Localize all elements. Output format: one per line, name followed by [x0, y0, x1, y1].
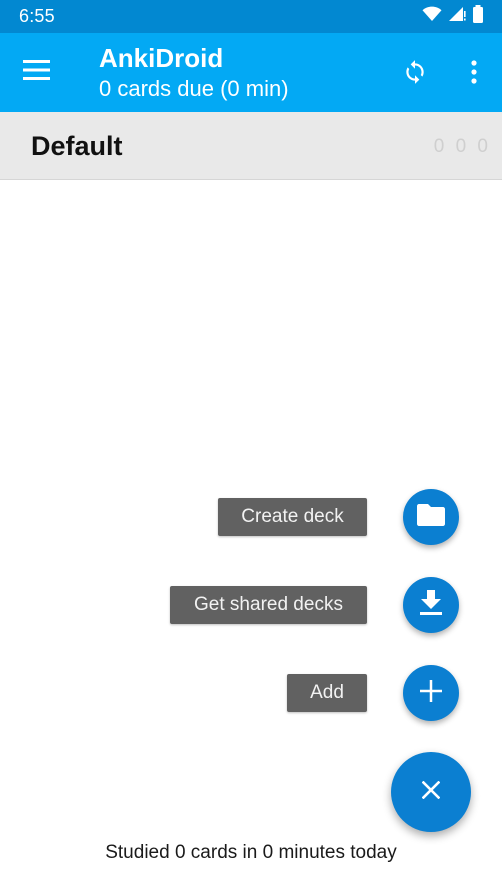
- studied-today-text: Studied 0 cards in 0 minutes today: [105, 842, 397, 863]
- create-deck-label[interactable]: Create deck: [218, 498, 367, 536]
- deck-name: Default: [31, 131, 123, 161]
- get-shared-decks-label[interactable]: Get shared decks: [170, 586, 367, 624]
- sync-icon: [402, 57, 428, 92]
- fab-close-button[interactable]: [391, 752, 471, 832]
- download-icon: [420, 589, 442, 621]
- wifi-icon: [422, 6, 442, 27]
- folder-icon: [417, 503, 445, 531]
- close-icon: [421, 780, 441, 804]
- overflow-menu-button[interactable]: [458, 53, 490, 95]
- menu-icon: [22, 59, 50, 85]
- more-vert-icon: [471, 59, 477, 89]
- plus-icon: [420, 679, 442, 707]
- status-bar: 6:55: [0, 0, 502, 33]
- deck-item-default[interactable]: Default 0 0 0: [0, 112, 502, 180]
- add-button[interactable]: [403, 665, 459, 721]
- add-label-text: Add: [310, 682, 344, 703]
- app-title: AnkiDroid: [99, 43, 224, 73]
- app-toolbar: AnkiDroid 0 cards due (0 min): [0, 33, 502, 112]
- signal-icon: [448, 6, 466, 27]
- get-shared-decks-button[interactable]: [403, 577, 459, 633]
- status-time: 6:55: [19, 6, 55, 26]
- battery-icon: [472, 5, 484, 28]
- cards-due-subtitle: 0 cards due (0 min): [99, 76, 289, 101]
- add-label[interactable]: Add: [287, 674, 367, 712]
- status-icons: [422, 5, 484, 28]
- create-deck-label-text: Create deck: [241, 506, 344, 527]
- sync-button[interactable]: [394, 53, 436, 95]
- toolbar-titles: AnkiDroid 0 cards due (0 min): [99, 43, 289, 103]
- create-deck-button[interactable]: [403, 489, 459, 545]
- navigation-drawer-button[interactable]: [14, 53, 58, 91]
- deck-counts: 0 0 0: [433, 136, 491, 157]
- get-shared-decks-label-text: Get shared decks: [194, 594, 343, 615]
